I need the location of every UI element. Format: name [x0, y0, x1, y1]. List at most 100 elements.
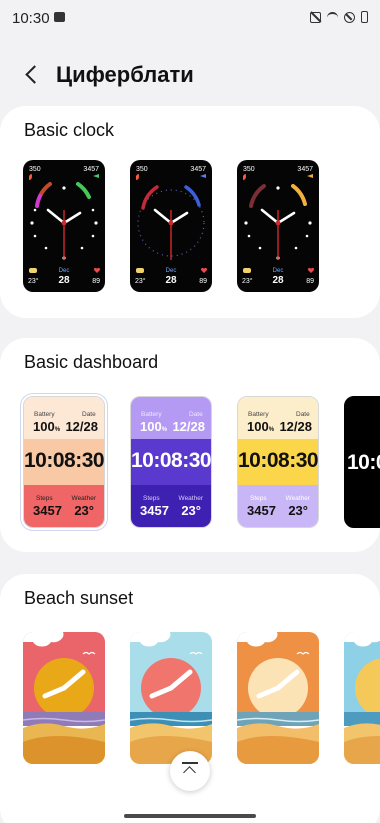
- weather-label: Weather: [178, 495, 203, 502]
- section-title: Basic dashboard: [24, 352, 159, 372]
- face-top-left-value: 350: [136, 166, 148, 173]
- steps-icon: [200, 174, 206, 178]
- steps-icon: [93, 174, 99, 178]
- face-top-left-value: 350: [29, 166, 41, 173]
- beach-face-graphic: [344, 632, 380, 764]
- face-month: Dec: [166, 268, 177, 274]
- face-temp: 23°: [135, 277, 146, 285]
- watch-face-row: [23, 632, 380, 764]
- steps-value: 3457: [33, 503, 62, 518]
- face-day: 28: [58, 275, 70, 286]
- watch-face-dashboard-1[interactable]: Battery 100% Date 12/28 10:08:30 Steps 3…: [20, 393, 108, 531]
- battery-icon: [361, 11, 368, 23]
- date-value: 12/28: [172, 419, 205, 434]
- analog-face-graphic: 350 3457 Dec 23° 28 89: [28, 166, 101, 286]
- flame-icon: [136, 174, 139, 180]
- face-top-right-value: 3457: [297, 166, 313, 173]
- section-basic-dashboard: Basic dashboard Battery 100% Date 12/28 …: [0, 338, 380, 552]
- status-bar: 10:30: [0, 0, 380, 36]
- digital-time: 10:08:30: [24, 449, 105, 472]
- date-label: Date: [296, 411, 310, 418]
- watch-face-beach-1[interactable]: [23, 632, 105, 764]
- face-temp: 23°: [28, 277, 39, 285]
- beach-face-graphic: [23, 632, 105, 764]
- back-arrow-icon[interactable]: [22, 64, 44, 86]
- date-value: 12/28: [65, 419, 98, 434]
- app-header: Циферблати: [0, 56, 380, 96]
- face-day: 28: [272, 275, 284, 286]
- steps-value: 3457: [140, 503, 169, 518]
- section-basic-clock: Basic clock 350 3457 Dec 23° 28 89 350 3…: [0, 106, 380, 318]
- beach-face-graphic: [237, 632, 319, 764]
- watch-face-beach-3[interactable]: [237, 632, 319, 764]
- beach-face-graphic: [130, 632, 212, 764]
- weather-label: Weather: [285, 495, 310, 502]
- dashboard-top-panel: Battery 100% Date 12/28: [238, 397, 318, 439]
- weather-label: Weather: [71, 495, 96, 502]
- gallery-icon: [54, 12, 65, 22]
- mute-icon: [310, 11, 321, 23]
- steps-label: Steps: [250, 495, 267, 502]
- watch-face-beach-4[interactable]: [344, 632, 380, 764]
- weather-value: 23°: [288, 503, 308, 518]
- face-top-right-value: 3457: [83, 166, 99, 173]
- date-label: Date: [189, 411, 203, 418]
- face-month: Dec: [59, 268, 70, 274]
- heart-icon: [93, 267, 101, 273]
- dashboard-top-panel: Battery 100% Date 12/28: [131, 397, 211, 439]
- wifi-icon: [327, 11, 338, 23]
- steps-icon: [307, 174, 313, 178]
- scroll-to-top-button[interactable]: [170, 751, 210, 791]
- dashboard-bottom-panel: Steps 3457 Weather 23°: [238, 485, 318, 527]
- analog-face-graphic: 350 3457 Dec 23° 28 89: [135, 166, 208, 286]
- watch-face-dashboard-4[interactable]: 10:0: [344, 396, 380, 528]
- navigation-gesture-bar[interactable]: [124, 814, 256, 818]
- heart-icon: [200, 267, 208, 273]
- weather-icon: [136, 268, 144, 273]
- face-top-right-value: 3457: [190, 166, 206, 173]
- dashboard-bottom-panel: Steps 3457 Weather 23°: [24, 485, 104, 527]
- dashboard-time-panel: 10:08:30: [238, 439, 318, 485]
- dashboard-time-panel: 10:08:30: [131, 439, 211, 485]
- watch-face-basic-clock-1[interactable]: 350 3457 Dec 23° 28 89: [23, 160, 105, 292]
- face-heart-rate: 89: [306, 278, 314, 285]
- status-time: 10:30: [12, 10, 50, 27]
- digital-time: 10:0: [347, 451, 380, 474]
- battery-label: Battery: [34, 411, 55, 418]
- watch-face-beach-2[interactable]: [130, 632, 212, 764]
- section-title: Basic clock: [24, 120, 115, 140]
- analog-face-graphic: 350 3457 Dec 23° 28 89: [242, 166, 315, 286]
- face-day: 28: [165, 275, 177, 286]
- battery-value: 100%: [140, 419, 168, 434]
- heart-icon: [307, 267, 315, 273]
- section-title: Beach sunset: [24, 588, 134, 608]
- battery-label: Battery: [248, 411, 269, 418]
- watch-face-dashboard-3[interactable]: Battery 100% Date 12/28 10:08:30 Steps 3…: [237, 396, 319, 528]
- scroll-to-top-icon: [182, 762, 198, 778]
- weather-icon: [243, 268, 251, 273]
- status-icons: [310, 11, 368, 23]
- watch-face-row: Battery 100% Date 12/28 10:08:30 Steps 3…: [20, 393, 380, 531]
- flame-icon: [243, 174, 246, 180]
- date-label: Date: [82, 411, 96, 418]
- watch-face-basic-clock-3[interactable]: 350 3457 Dec 23° 28 89: [237, 160, 319, 292]
- digital-time: 10:08:30: [131, 449, 212, 472]
- watch-face-row: 350 3457 Dec 23° 28 89 350 3457 Dec 23° …: [23, 160, 319, 292]
- page-title: Циферблати: [56, 62, 194, 87]
- face-heart-rate: 89: [199, 278, 207, 285]
- do-not-disturb-icon: [344, 11, 355, 23]
- watch-face-basic-clock-2[interactable]: 350 3457 Dec 23° 28 89: [130, 160, 212, 292]
- flame-icon: [29, 174, 32, 180]
- watch-face-dashboard-2[interactable]: Battery 100% Date 12/28 10:08:30 Steps 3…: [130, 396, 212, 528]
- weather-value: 23°: [74, 503, 94, 518]
- weather-value: 23°: [181, 503, 201, 518]
- battery-value: 100%: [33, 419, 61, 434]
- date-value: 12/28: [279, 419, 312, 434]
- weather-icon: [29, 268, 37, 273]
- face-heart-rate: 89: [92, 278, 100, 285]
- face-temp: 23°: [242, 277, 253, 285]
- dashboard-top-panel: Battery 100% Date 12/28: [24, 397, 104, 439]
- steps-label: Steps: [143, 495, 160, 502]
- battery-label: Battery: [141, 411, 162, 418]
- face-month: Dec: [273, 268, 284, 274]
